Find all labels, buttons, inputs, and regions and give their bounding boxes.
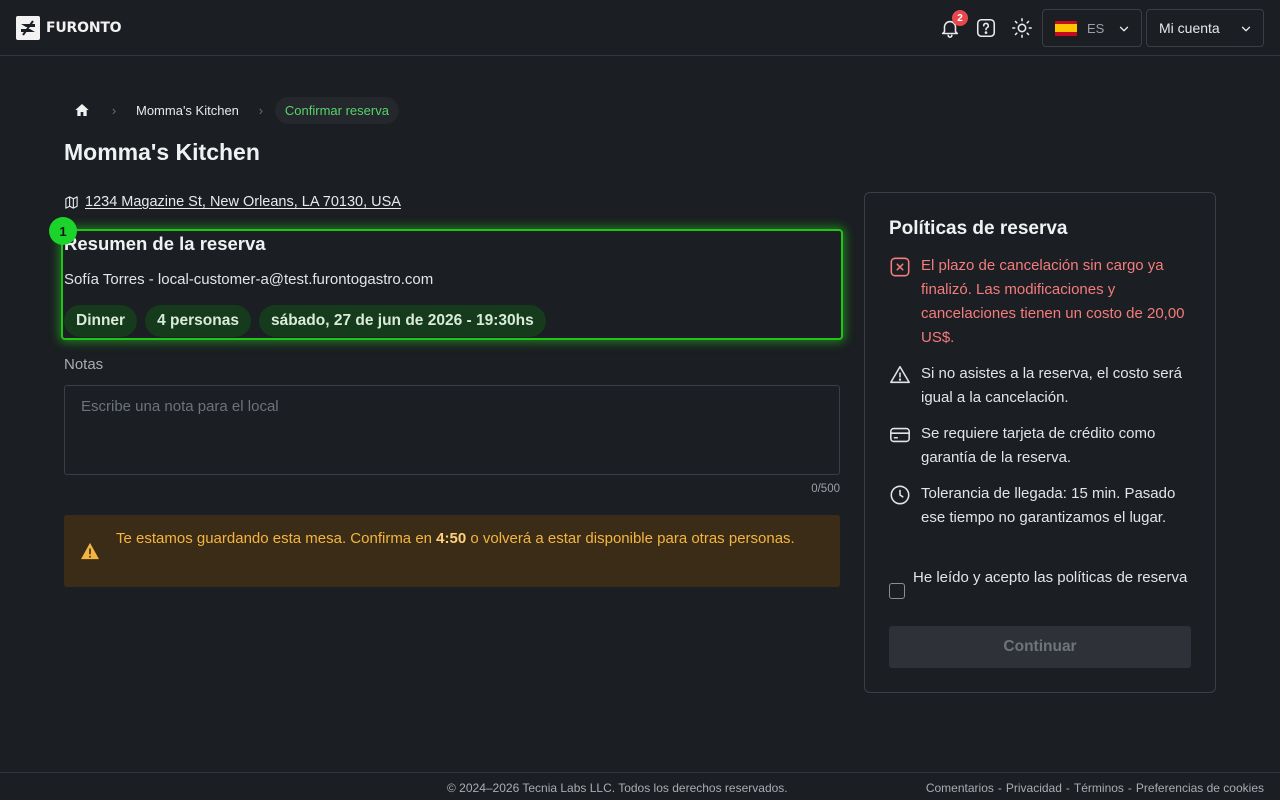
breadcrumb-home[interactable] [64, 96, 100, 124]
policy-no-show: Si no asistes a la reserva, el costo ser… [889, 362, 1189, 410]
customer-info: Sofía Torres - local-customer-a@test.fur… [64, 271, 434, 288]
brand-logo[interactable]: FURONTO [16, 16, 122, 40]
footer-separator: - [1065, 781, 1070, 795]
logo-mark-icon [16, 16, 40, 40]
breadcrumb-separator-icon: › [258, 102, 264, 118]
service-chip: Dinner [64, 305, 138, 337]
credit-card-icon [890, 427, 910, 443]
breadcrumb-separator-icon: › [111, 102, 117, 118]
policy-credit-card: Se requiere tarjeta de crédito como gara… [889, 422, 1189, 470]
language-selector[interactable]: ES [1042, 9, 1142, 47]
summary-title: Resumen de la reserva [64, 233, 266, 254]
help-icon [976, 18, 996, 38]
warning-triangle-icon [81, 542, 99, 560]
copyright-text: © 2024–2026 Tecnia Labs LLC. Todos los d… [447, 781, 788, 795]
party-size-chip: 4 personas [145, 305, 251, 337]
footer-links: Comentarios - Privacidad - Términos - Pr… [926, 781, 1264, 795]
breadcrumb-current: Confirmar reserva [274, 96, 399, 124]
notes-character-counter: 0/500 [811, 483, 840, 495]
table-hold-warning: Te estamos guardando esta mesa. Confirma… [64, 515, 840, 587]
notes-textarea[interactable] [64, 385, 840, 475]
notification-count-badge: 2 [952, 10, 968, 26]
language-code: ES [1087, 20, 1105, 36]
restaurant-address: 1234 Magazine St, New Orleans, LA 70130,… [64, 194, 401, 210]
accept-policies-label[interactable]: He leído y acepto las políticas de reser… [913, 566, 1187, 599]
clock-icon [890, 485, 910, 505]
footer-link-cookie-preferences[interactable]: Preferencias de cookies [1136, 781, 1264, 795]
policy-cancellation: El plazo de cancelación sin cargo ya fin… [889, 254, 1189, 350]
top-bar: FURONTO 2 ES Mi cuenta [0, 0, 1280, 56]
continue-button[interactable]: Continuar [889, 626, 1191, 668]
hold-warning-text: Te estamos guardando esta mesa. Confirma… [116, 530, 795, 547]
countdown-timer: 4:50 [436, 530, 467, 547]
date-time-chip: sábado, 27 de jun de 2026 - 19:30hs [258, 305, 546, 337]
footer-link-feedback[interactable]: Comentarios [926, 781, 994, 795]
home-icon [75, 104, 89, 116]
help-button[interactable] [974, 16, 998, 40]
spain-flag-icon [1055, 20, 1077, 36]
chevron-down-icon [1119, 26, 1129, 32]
account-menu-button[interactable]: Mi cuenta [1146, 9, 1264, 47]
footer-separator: - [1127, 781, 1132, 795]
breadcrumb: › Momma's Kitchen › Confirmar reserva [64, 96, 399, 124]
footer-link-terms[interactable]: Términos [1074, 781, 1124, 795]
step-number-badge: 1 [49, 217, 77, 245]
map-icon [65, 195, 78, 209]
policies-title: Políticas de reserva [889, 218, 1068, 239]
account-label: Mi cuenta [1159, 20, 1220, 36]
footer-separator: - [997, 781, 1002, 795]
brand-name: FURONTO [46, 20, 122, 36]
footer: © 2024–2026 Tecnia Labs LLC. Todos los d… [0, 772, 1280, 800]
reservation-chips: Dinner 4 personas sábado, 27 de jun de 2… [64, 305, 546, 337]
accept-policies-checkbox[interactable] [889, 583, 905, 599]
notifications-button[interactable]: 2 [938, 10, 968, 40]
chevron-down-icon [1241, 26, 1251, 32]
theme-toggle-button[interactable] [1010, 16, 1034, 40]
page-title: Momma's Kitchen [64, 139, 260, 165]
address-link[interactable]: 1234 Magazine St, New Orleans, LA 70130,… [85, 194, 401, 210]
policy-arrival-tolerance: Tolerancia de llegada: 15 min. Pasado es… [889, 482, 1189, 530]
accept-policies-row[interactable]: He leído y acepto las políticas de reser… [889, 566, 1189, 599]
breadcrumb-restaurant[interactable]: Momma's Kitchen [128, 103, 247, 118]
notes-label: Notas [64, 356, 104, 373]
footer-link-privacy[interactable]: Privacidad [1006, 781, 1062, 795]
x-square-icon [890, 257, 910, 277]
sun-icon [1012, 18, 1032, 38]
warning-triangle-icon [890, 365, 910, 384]
